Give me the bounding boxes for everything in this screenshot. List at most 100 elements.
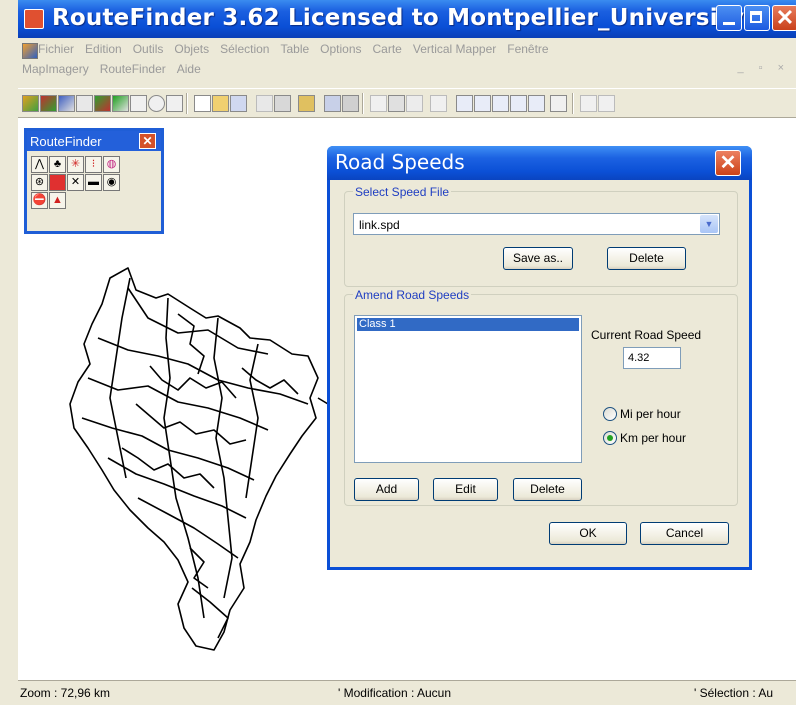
open-folder-icon[interactable] [212,95,229,112]
toolbar-layer-icon[interactable] [40,95,57,112]
dialog-body: Select Speed File link.spd ▼ Save as.. D… [330,180,749,567]
title-bar[interactable]: RouteFinder 3.62 Licensed to Montpellier… [18,0,796,38]
toolbar-folder-icon[interactable] [298,95,315,112]
region-icon[interactable]: ◍ [103,156,120,173]
menu-row: Fichier Edition Outils Objets Sélection … [38,42,549,56]
add-button[interactable]: Add [354,478,419,501]
group-label: Select Speed File [353,185,452,199]
routefinder-palette[interactable]: RouteFinder ✕ ⋀ ♣ ✳ ⁝ ◍ ⊛ ✕ ▬ ◉ ⛔ ▲ [24,128,164,234]
road-class-list[interactable]: Class 1 [354,315,582,463]
mi-per-hour-radio[interactable] [603,407,617,421]
toolbar-label-icon[interactable] [94,95,111,112]
menu-table[interactable]: Table [280,42,309,56]
new-document-icon[interactable] [194,95,211,112]
dialog-close-button[interactable]: ✕ [715,150,741,176]
copy-icon[interactable] [388,95,405,112]
mdi-window-controls[interactable]: _ ▫ × [737,62,790,74]
no-entry-icon[interactable]: ⛔ [31,192,48,209]
undo-icon[interactable] [430,95,447,112]
settings-icon[interactable]: ◉ [103,174,120,191]
toolbar-pointer-icon[interactable] [166,95,183,112]
route-icon[interactable]: ⋀ [31,156,48,173]
menu-mapimagery[interactable]: MapImagery [22,62,89,76]
menu-routefinder[interactable]: RouteFinder [100,62,166,76]
close-button[interactable]: ✕ [772,5,796,31]
road-speed-input[interactable] [623,347,681,369]
selection-status: ' Sélection : Au [694,686,774,700]
start-point-icon[interactable]: ♣ [49,156,66,173]
menu-outils[interactable]: Outils [133,42,164,56]
mi-per-hour-label: Mi per hour [620,407,681,421]
modification-status: ' Modification : Aucun [338,686,452,700]
paste-icon[interactable] [406,95,423,112]
cancel-button[interactable]: Cancel [640,522,729,545]
menu-fenetre[interactable]: Fenêtre [507,42,548,56]
toolbar-map-icon[interactable] [58,95,75,112]
list-item-selected[interactable]: Class 1 [357,318,579,331]
palette-title-bar[interactable]: RouteFinder ✕ [27,131,161,151]
toolbar-separator [186,93,188,114]
toolbar-disabled-icon[interactable] [580,95,597,112]
toolbar-table-icon[interactable] [274,95,291,112]
palette-title: RouteFinder [30,134,102,149]
palette-close-button[interactable]: ✕ [139,133,156,149]
km-per-hour-label: Km per hour [620,431,687,445]
close-icon: ✕ [775,5,795,30]
menu-vertical-mapper[interactable]: Vertical Mapper [413,42,496,56]
toolbar-info-icon[interactable] [76,95,93,112]
toolbar-disabled-icon[interactable] [598,95,615,112]
save-as-button[interactable]: Save as.. [503,247,573,270]
close-icon: ✕ [719,152,737,174]
window-icon[interactable] [474,95,491,112]
km-per-hour-radio[interactable] [603,431,617,445]
maximize-button[interactable] [744,5,770,31]
toolbar-disabled-icon[interactable] [256,95,273,112]
toolbar-separator [572,93,574,114]
cut-icon[interactable] [370,95,387,112]
color-icon[interactable] [49,174,66,191]
delete-class-button[interactable]: Delete [513,478,582,501]
document-icon[interactable] [22,43,38,59]
save-icon[interactable] [230,95,247,112]
ok-button[interactable]: OK [549,522,627,545]
menu-selection[interactable]: Sélection [220,42,269,56]
menu-aide[interactable]: Aide [177,62,201,76]
maximize-icon [750,11,762,23]
print-icon[interactable] [342,95,359,112]
menu-fichier[interactable]: Fichier [38,42,74,56]
select-speed-file-group: Select Speed File link.spd ▼ Save as.. D… [344,185,738,287]
network-icon[interactable]: ✳ [67,156,84,173]
current-road-speed-label: Current Road Speed [591,328,702,342]
bar-icon[interactable]: ▬ [85,174,102,191]
menu-objets[interactable]: Objets [174,42,209,56]
radio-selected-dot [607,435,613,441]
minimize-button[interactable] [716,5,742,31]
menu-edition[interactable]: Edition [85,42,122,56]
chevron-down-icon[interactable]: ▼ [700,215,718,233]
menu-carte[interactable]: Carte [373,42,402,56]
waypoints-icon[interactable]: ⁝ [85,156,102,173]
toolbar-ruler-icon[interactable] [148,95,165,112]
toolbar-separator [362,93,364,114]
menu-options[interactable]: Options [320,42,361,56]
dialog-title: Road Speeds [335,150,465,174]
delete-file-button[interactable]: Delete [607,247,686,270]
toolbar-grid-icon[interactable] [324,95,341,112]
help-icon[interactable] [550,95,567,112]
window-icon[interactable] [492,95,509,112]
dialog-title-bar[interactable]: Road Speeds ✕ [327,146,752,180]
toolbar-legend-icon[interactable] [112,95,129,112]
window-icon[interactable] [456,95,473,112]
edit-button[interactable]: Edit [433,478,498,501]
speed-icon[interactable]: ⊛ [31,174,48,191]
minimize-icon [723,22,735,25]
menu-row: MapImagery RouteFinder Aide [22,62,201,76]
toolbar-arrow-icon[interactable] [130,95,147,112]
window-icon[interactable] [510,95,527,112]
delete-route-icon[interactable]: ✕ [67,174,84,191]
window-icon[interactable] [528,95,545,112]
warning-icon[interactable]: ▲ [49,192,66,209]
toolbar [18,88,796,118]
speed-file-dropdown[interactable]: link.spd ▼ [353,213,720,235]
toolbar-select-icon[interactable] [22,95,39,112]
